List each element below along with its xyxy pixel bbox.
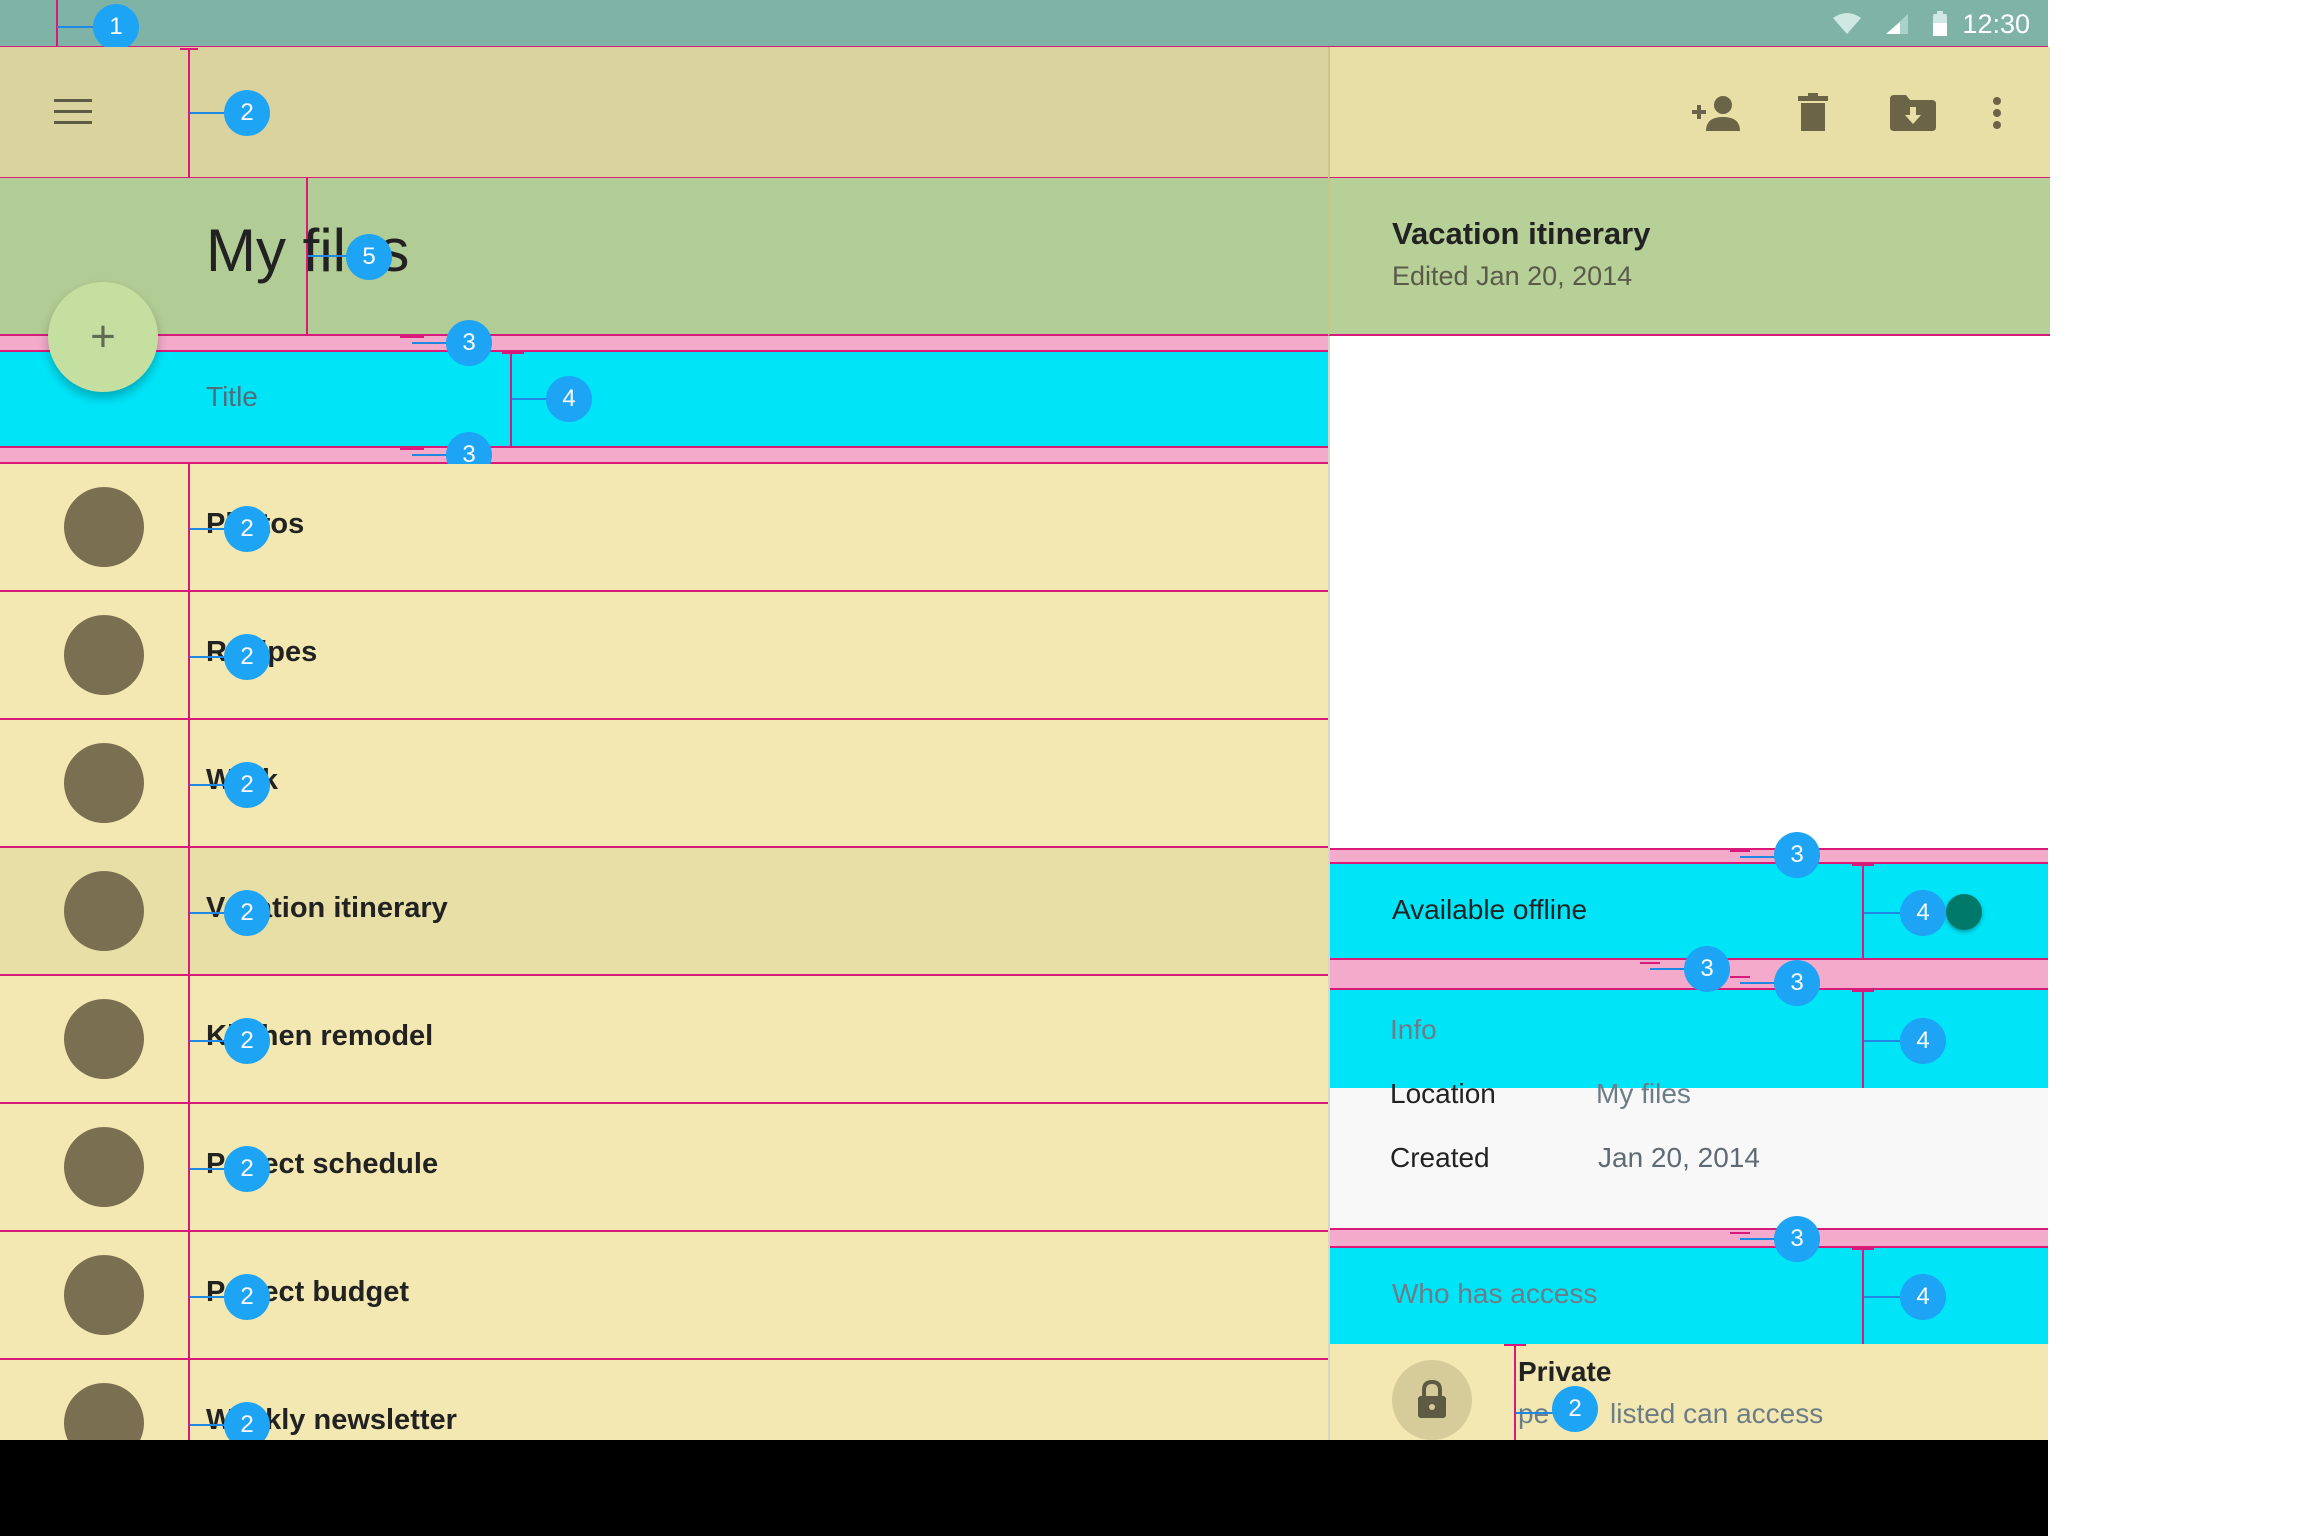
annotation-marker: 2 (224, 634, 270, 680)
annotation-marker: 2 (224, 1146, 270, 1192)
keyline-subheader-cap (502, 352, 524, 354)
lock-icon (1418, 1380, 1446, 1418)
annotation-marker: 1 (93, 4, 139, 50)
keyline-pad (1730, 1232, 1750, 1234)
marker-leader (1864, 1040, 1904, 1042)
keyline-cap (1852, 990, 1874, 992)
location-label: Location (1390, 1078, 1496, 1109)
marker-leader (1864, 1296, 1904, 1298)
marker-leader (57, 26, 95, 28)
padding-band (1330, 1228, 2048, 1248)
detail-preview (1330, 336, 2048, 848)
marker-leader (1516, 1412, 1556, 1414)
annotation-marker: 3 (1684, 946, 1730, 992)
avatar (64, 615, 144, 695)
annotation-marker: 5 (346, 234, 392, 280)
keyline-toolbar-cap (180, 48, 198, 50)
annotation-marker: 2 (1552, 1386, 1598, 1432)
status-bar: 12:30 (0, 0, 2048, 47)
marker-leader (1864, 912, 1904, 914)
annotation-marker: 2 (224, 90, 270, 136)
created-value: Jan 20, 2014 (1598, 1142, 1760, 1173)
navigation-bar-area (0, 1440, 2048, 1536)
avatar (64, 1127, 144, 1207)
marker-leader (512, 398, 550, 400)
avatar (64, 1255, 144, 1335)
plus-icon: + (90, 312, 116, 361)
detail-subtitle: Edited Jan 20, 2014 (1392, 261, 1633, 291)
keyline-pad (1730, 850, 1750, 852)
delete-icon[interactable] (1798, 93, 1828, 131)
annotation-marker: 2 (224, 1018, 270, 1064)
padding-band (0, 334, 1328, 352)
keyline-pad (1730, 976, 1750, 978)
access-subtitle-tail: listed can access (1610, 1398, 1824, 1429)
keyline-statusbar (56, 0, 58, 47)
keyline-pad (400, 448, 424, 450)
padding-band (1330, 848, 2048, 864)
annotation-marker: 4 (1900, 1018, 1946, 1064)
menu-icon[interactable] (54, 99, 92, 125)
battery-icon (1933, 11, 1947, 36)
annotation-marker: 2 (224, 762, 270, 808)
annotation-marker: 3 (1774, 832, 1820, 878)
signal-icon (1886, 14, 1908, 34)
marker-leader (1650, 968, 1686, 970)
annotation-marker: 3 (446, 320, 492, 366)
add-person-icon[interactable] (1692, 95, 1742, 131)
avatar (64, 743, 144, 823)
access-subtitle-head: pe (1518, 1398, 1550, 1429)
annotation-marker: 3 (1774, 1216, 1820, 1262)
wifi-icon (1833, 13, 1861, 34)
access-header: Who has access (1392, 1278, 1598, 1309)
status-icons (1832, 10, 1948, 38)
marker-leader (1740, 982, 1776, 984)
annotation-marker: 4 (1900, 890, 1946, 936)
status-time: 12:30 (1962, 9, 2030, 39)
access-title: Private (1518, 1356, 1612, 1387)
keyline-cap (1852, 864, 1874, 866)
padding-band (0, 446, 1328, 464)
keyline-cap (1852, 1248, 1874, 1250)
detail-header (1328, 178, 2050, 336)
avatar (64, 487, 144, 567)
keyline (1514, 1344, 1516, 1440)
keyline-cap (1504, 1344, 1526, 1346)
offline-label: Available offline (1392, 894, 1588, 925)
detail-title: Vacation itinerary (1392, 216, 1651, 251)
offline-toggle[interactable] (1946, 894, 1982, 930)
location-value: My files (1596, 1078, 1691, 1109)
annotation-marker: 2 (224, 506, 270, 552)
keyline-pad (400, 336, 424, 338)
keyline (1862, 864, 1864, 958)
annotation-marker: 4 (546, 376, 592, 422)
column-title[interactable]: Title (206, 381, 258, 413)
list-subheader (0, 352, 1328, 446)
more-vert-icon[interactable] (1992, 97, 2002, 129)
info-header: Info (1390, 1014, 1437, 1045)
page-header (0, 178, 1328, 336)
annotation-marker: 2 (224, 890, 270, 936)
avatar (64, 999, 144, 1079)
avatar (64, 871, 144, 951)
annotation-marker: 2 (224, 1274, 270, 1320)
marker-leader (1740, 856, 1776, 858)
marker-leader (308, 255, 348, 257)
marker-leader (1740, 1238, 1776, 1240)
move-to-folder-icon[interactable] (1890, 95, 1936, 131)
annotation-marker: 3 (1774, 960, 1820, 1006)
detail-toolbar (1328, 47, 2050, 179)
keyline-pad (1640, 962, 1660, 964)
keyline (1862, 990, 1864, 1088)
created-label: Created (1390, 1142, 1490, 1173)
annotation-marker: 4 (1900, 1274, 1946, 1320)
